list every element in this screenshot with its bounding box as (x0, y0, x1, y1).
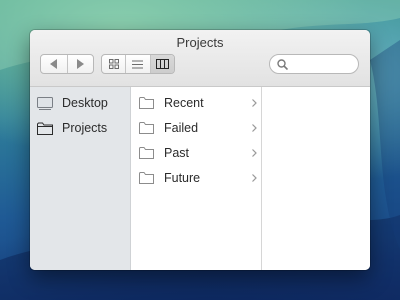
window-title: Projects (176, 35, 224, 50)
browser-column-2 (262, 87, 370, 270)
sidebar-item-label: Desktop (62, 96, 108, 110)
chevron-right-icon (249, 124, 259, 132)
finder-window: Projects Desktop Projects Recent Failed … (30, 30, 370, 270)
navigation-buttons (40, 54, 94, 74)
folder-icon (139, 146, 155, 160)
search-field[interactable] (269, 54, 359, 74)
icon-view-button[interactable] (102, 55, 127, 73)
list-view-icon (132, 60, 144, 68)
desktop-icon (37, 95, 55, 111)
folder-row-future[interactable]: Future (139, 168, 259, 188)
sidebar-item-label: Projects (62, 121, 108, 135)
back-arrow-icon (49, 59, 57, 69)
column-view-button[interactable] (150, 55, 174, 73)
folder-label: Future (164, 171, 201, 185)
chevron-right-icon (249, 99, 259, 107)
back-button[interactable] (41, 55, 68, 73)
search-input[interactable] (292, 56, 352, 72)
folder-label: Failed (164, 121, 199, 135)
folder-label: Past (164, 146, 190, 160)
forward-arrow-icon (77, 59, 85, 69)
search-icon (277, 58, 288, 70)
folder-icon (139, 121, 155, 135)
folder-icon (139, 96, 155, 110)
forward-button[interactable] (68, 55, 94, 73)
folder-label: Recent (164, 96, 204, 110)
column-view-icon (155, 59, 169, 69)
folder-row-failed[interactable]: Failed (139, 118, 259, 138)
view-mode-buttons (101, 54, 175, 74)
sidebar-item-desktop[interactable]: Desktop (37, 93, 129, 113)
folder-row-past[interactable]: Past (139, 143, 259, 163)
browser-column-1: Recent Failed Past Future (131, 87, 262, 270)
sidebar: Desktop Projects (30, 87, 131, 270)
toolbar: Projects (30, 30, 370, 87)
sidebar-item-projects[interactable]: Projects (37, 118, 129, 138)
folder-icon (37, 120, 55, 136)
icon-view-icon (108, 59, 119, 69)
chevron-right-icon (249, 149, 259, 157)
list-view-button[interactable] (126, 55, 151, 73)
folder-icon (139, 171, 155, 185)
chevron-right-icon (249, 174, 259, 182)
folder-row-recent[interactable]: Recent (139, 93, 259, 113)
